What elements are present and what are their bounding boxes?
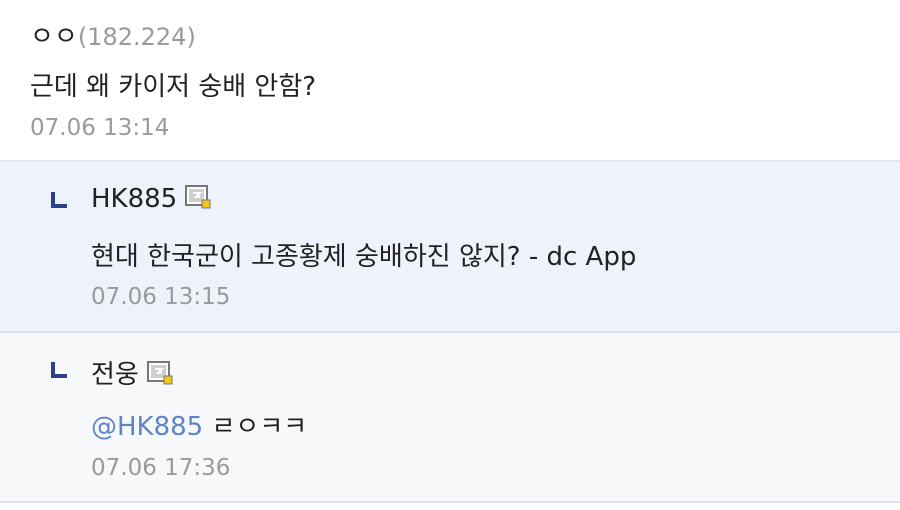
author-nickname[interactable]: ㅇㅇ [30,22,78,52]
reply-item: HK885 현대 한국군이 고종황제 숭배하진 않지? - dc App 07.… [0,162,900,333]
comment-date: 07.06 13:14 [30,115,170,141]
reply-date: 07.06 13:15 [91,284,231,310]
reply-text: 현대 한국군이 고종황제 숭배하진 않지? - dc App [91,242,637,272]
reply-item: 전웅 @HK885 ㄹㅇㅋㅋ 07.06 17:36 [0,333,900,503]
reply-text: @HK885 ㄹㅇㅋㅋ [91,406,307,443]
reply-text-body: ㄹㅇㅋㅋ [203,412,308,442]
reply-date: 07.06 17:36 [91,455,231,481]
reply-author[interactable]: 전웅 [91,354,173,391]
comment-author[interactable]: ㅇㅇ(182.224) [30,16,196,53]
author-ip: (182.224) [77,23,196,51]
mention-link[interactable]: @HK885 [91,412,203,442]
author-nickname[interactable]: 전웅 [91,360,139,390]
author-nickname[interactable]: HK885 [91,184,177,214]
reply-author[interactable]: HK885 [91,184,211,214]
gallog-badge-icon[interactable] [146,360,173,385]
comment-text: 근데 왜 카이저 숭배 안함? [30,72,317,102]
comment-item: ㅇㅇ(182.224) 근데 왜 카이저 숭배 안함? 07.06 13:14 [0,0,900,162]
reply-arrow-icon [51,192,67,208]
gallog-badge-icon[interactable] [185,184,211,209]
reply-arrow-icon [51,362,67,378]
